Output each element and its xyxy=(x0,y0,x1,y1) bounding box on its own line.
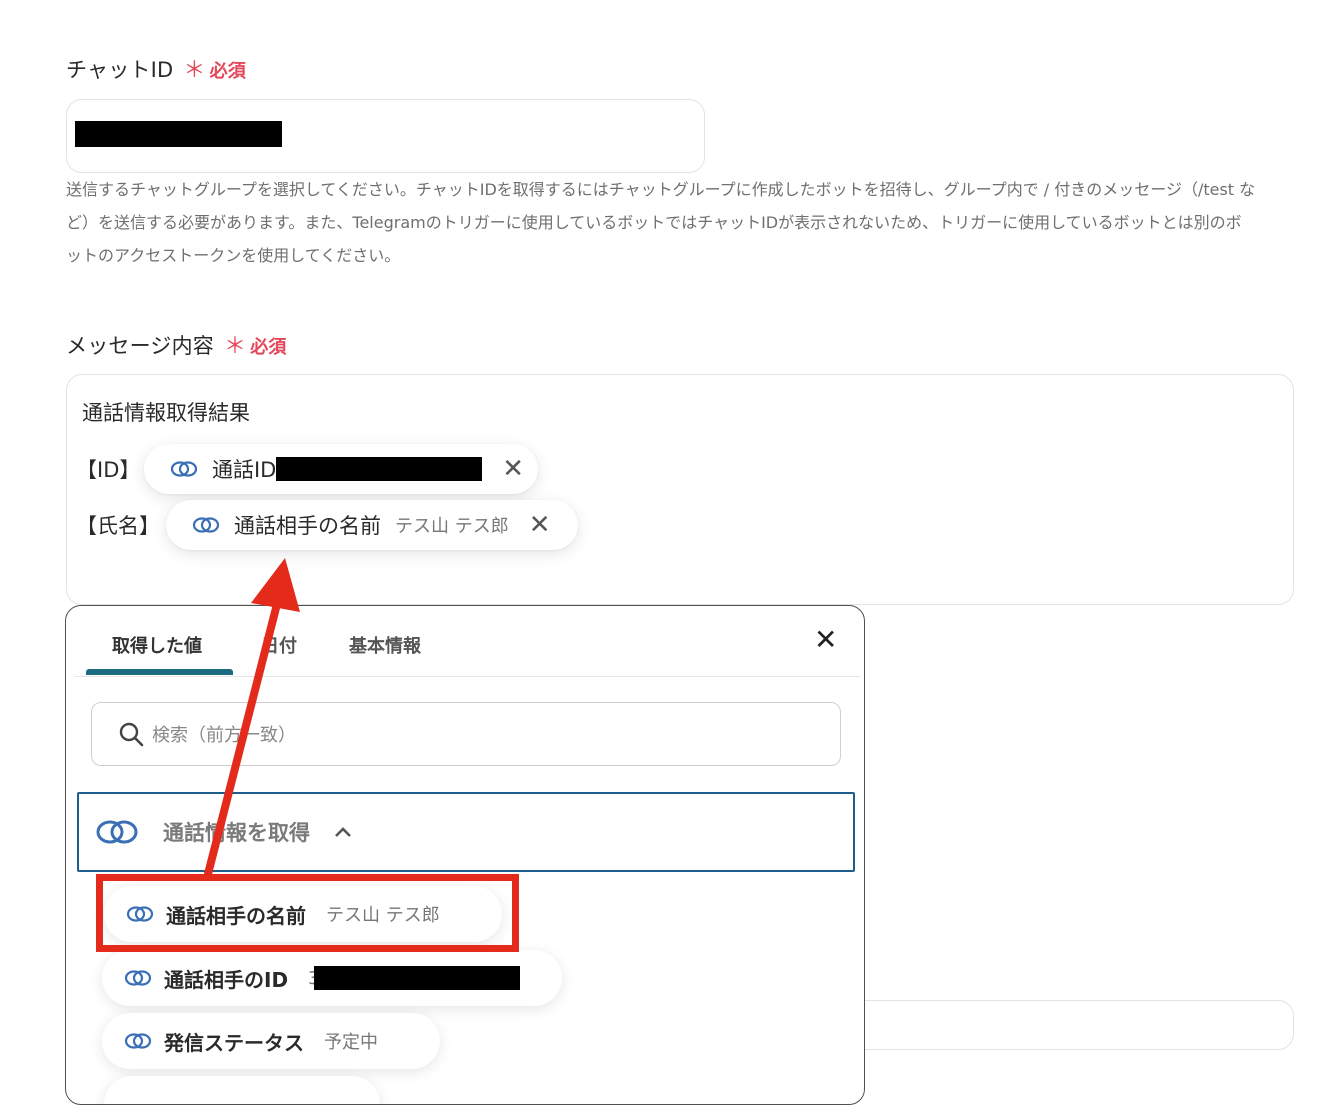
annotation-arrow xyxy=(204,558,300,878)
